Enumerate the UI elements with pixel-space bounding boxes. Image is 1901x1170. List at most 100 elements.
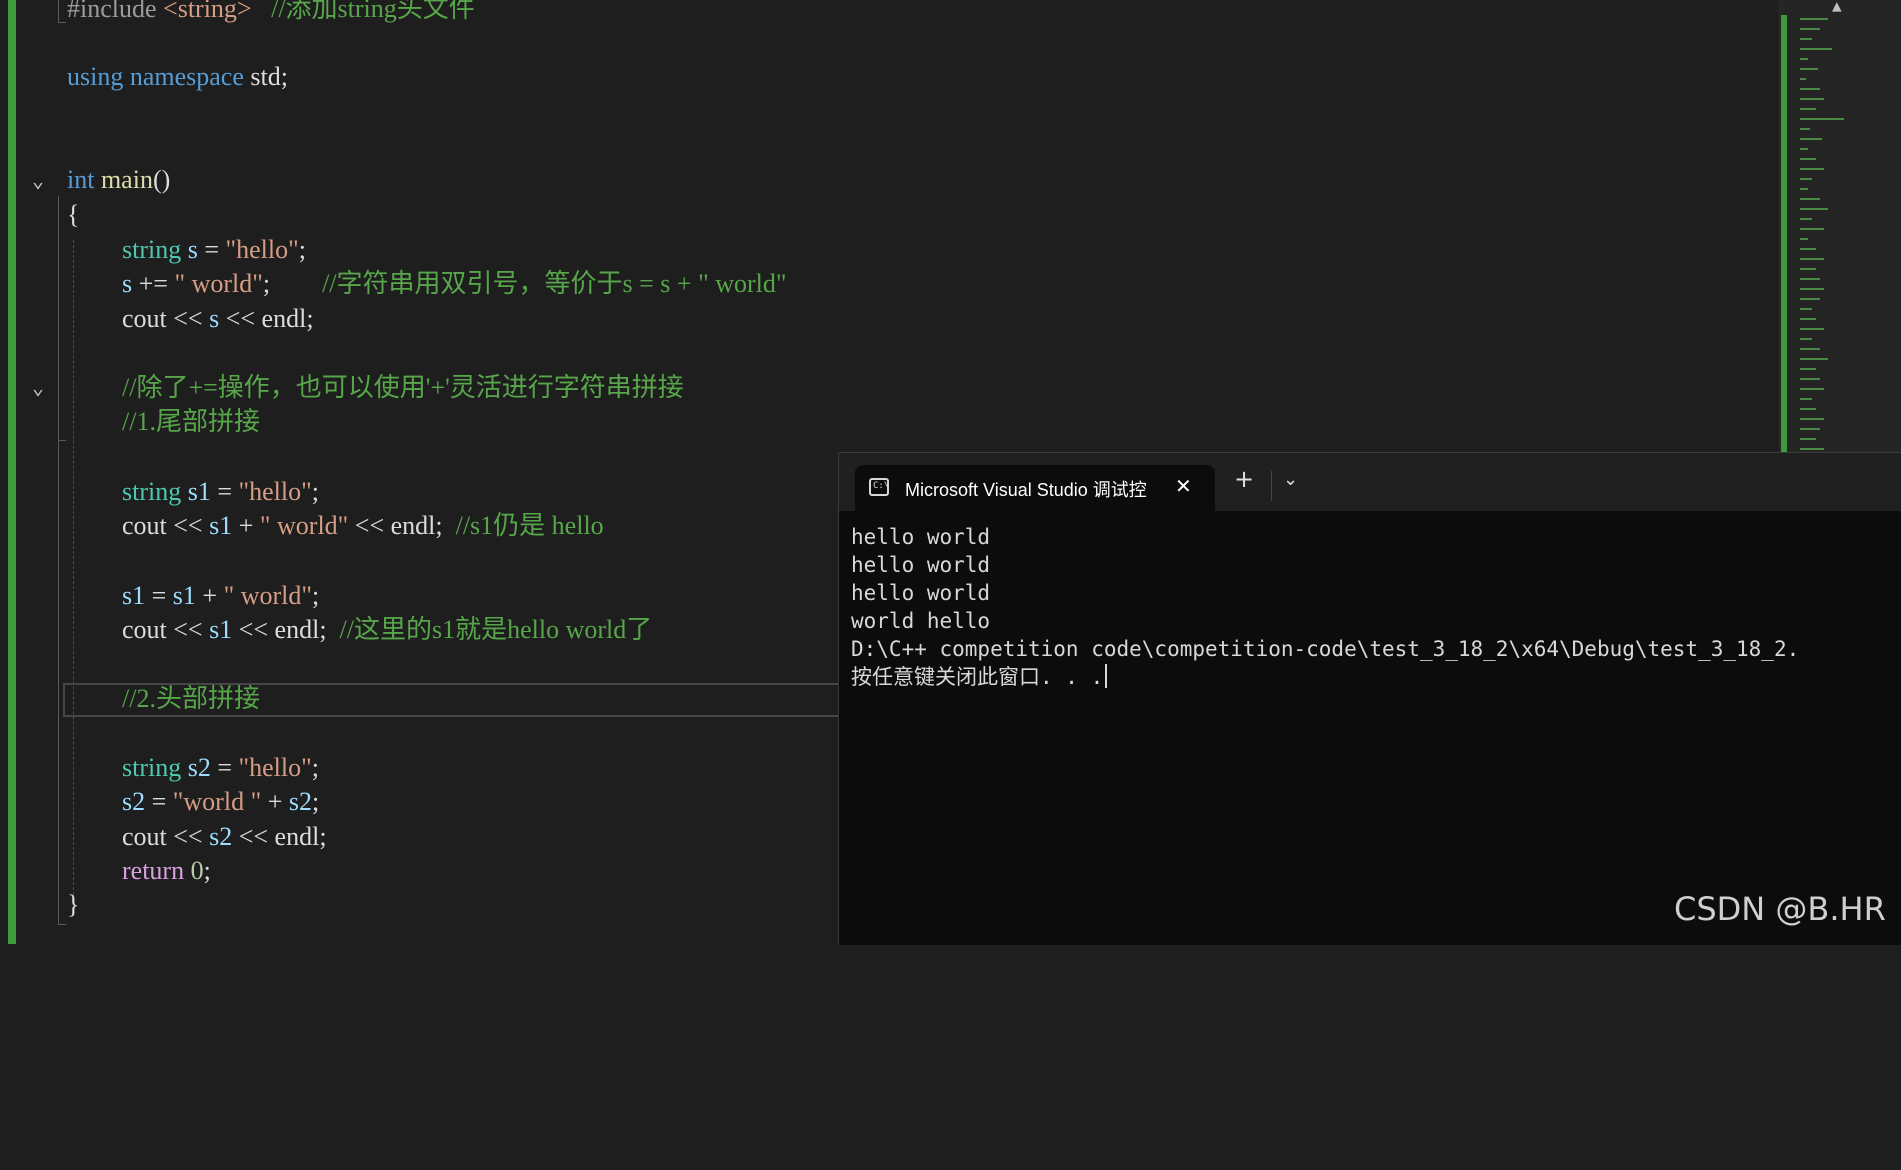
operator: << — [166, 615, 210, 644]
minimap-line — [1800, 178, 1812, 180]
minimap-line — [1800, 48, 1832, 50]
code-line-9: //1.尾部拼接 — [122, 405, 260, 439]
operator: << — [166, 304, 210, 333]
identifier: cout — [122, 304, 167, 333]
collapse-comment-icon[interactable]: ⌄ — [32, 377, 52, 397]
minimap-line — [1800, 308, 1812, 310]
tab-separator — [1271, 471, 1272, 501]
minimap-line — [1800, 428, 1820, 430]
code-line-15: string s2 = "hello"; — [122, 751, 319, 785]
code-line-11: cout << s1 + " world" << endl; //s1仍是 he… — [122, 509, 604, 543]
minimap-line — [1800, 128, 1810, 130]
minimap-line — [1800, 38, 1812, 40]
code-line-12: s1 = s1 + " world"; — [122, 579, 319, 613]
minimap-line — [1800, 258, 1824, 260]
minimap-line — [1800, 278, 1820, 280]
code-comment: //除了+=操作，也可以使用'+'灵活进行字符串拼接 — [122, 373, 684, 402]
chevron-down-icon[interactable]: ⌄ — [1283, 469, 1298, 490]
string-literal: "world " — [172, 787, 262, 816]
scroll-up-arrow-icon[interactable]: ▲ — [1832, 0, 1842, 15]
variable: s2 — [288, 787, 312, 816]
minimap-line — [1800, 398, 1812, 400]
operator: << — [166, 511, 210, 540]
minimap-line — [1800, 28, 1820, 30]
terminal-icon-text: C:\ — [873, 481, 890, 491]
minimap-line — [1800, 168, 1824, 170]
code-line-6: s += " world"; //字符串用双引号，等价于s = s + " wo… — [122, 267, 786, 301]
variable: s1 — [172, 581, 196, 610]
minimap-line — [1800, 298, 1820, 300]
console-output[interactable]: hello world hello world hello world world h… — [851, 523, 1799, 691]
identifier: endl — [390, 511, 436, 540]
output-line-prompt: 按任意键关闭此窗口. . . — [851, 663, 1799, 691]
string-literal: " world" — [259, 511, 349, 540]
open-brace: { — [67, 200, 80, 229]
operator: << — [232, 822, 275, 851]
operator: = — [145, 581, 173, 610]
code-line-5: string s = "hello"; — [122, 233, 306, 267]
watermark: CSDN @B.HR — [1674, 890, 1886, 928]
operator: + — [261, 787, 289, 816]
fold-guide — [58, 402, 59, 440]
preprocessor-directive: #include — [67, 0, 157, 23]
minimap-line — [1800, 418, 1824, 420]
code-line-8: //除了+=操作，也可以使用'+'灵活进行字符串拼接 — [122, 371, 684, 405]
identifier: endl — [274, 615, 320, 644]
minimap-line — [1800, 188, 1808, 190]
source-code[interactable]: #include <string> //添加string头文件 using na… — [67, 0, 786, 1170]
identifier: endl — [274, 822, 320, 851]
minimap-line — [1800, 348, 1820, 350]
variable: s — [181, 235, 198, 264]
keyword: namespace — [123, 62, 244, 91]
new-tab-button[interactable]: + — [1234, 465, 1254, 493]
debug-console-window[interactable]: C:\ Microsoft Visual Studio 调试控 ✕ + ⌄ he… — [838, 452, 1901, 945]
collapse-main-icon[interactable]: ⌄ — [32, 170, 52, 190]
fold-guide — [58, 196, 59, 924]
minimap-line — [1800, 238, 1808, 240]
variable: s2 — [122, 787, 146, 816]
function-name: main — [94, 165, 153, 194]
minimap-change-bar — [1781, 15, 1787, 452]
code-line-1: #include <string> //添加string头文件 — [67, 0, 475, 26]
minimap[interactable]: ▲ — [1778, 0, 1901, 452]
minimap-line — [1800, 158, 1816, 160]
punctuation: ; — [435, 511, 443, 540]
console-tab-title: Microsoft Visual Studio 调试控 — [905, 480, 1147, 500]
minimap-line — [1800, 68, 1818, 70]
keyword: return — [122, 856, 185, 885]
close-tab-icon[interactable]: ✕ — [1175, 474, 1192, 498]
code-line-2: using namespace std; — [67, 60, 288, 94]
minimap-line — [1800, 248, 1816, 250]
minimap-line — [1800, 138, 1822, 140]
string-literal: "hello" — [238, 477, 312, 506]
punctuation: ; — [311, 581, 320, 610]
minimap-line — [1800, 268, 1816, 270]
code-comment: //添加string头文件 — [251, 0, 475, 23]
operator: += — [132, 269, 175, 298]
operator: = — [210, 753, 239, 782]
operator: << — [219, 304, 262, 333]
minimap-line — [1800, 208, 1828, 210]
variable: s2 — [209, 822, 233, 851]
minimap-line — [1800, 338, 1812, 340]
identifier: endl — [261, 304, 307, 333]
console-titlebar[interactable]: C:\ Microsoft Visual Studio 调试控 ✕ + ⌄ — [839, 453, 1901, 511]
variable: s — [209, 304, 220, 333]
operator: << — [166, 822, 210, 851]
change-tracking-bar — [8, 0, 16, 944]
output-line: world hello — [851, 609, 991, 633]
console-tab[interactable]: C:\ Microsoft Visual Studio 调试控 ✕ — [855, 465, 1215, 511]
text-caret — [1105, 664, 1108, 688]
variable: s — [122, 269, 133, 298]
punctuation: ; — [319, 615, 327, 644]
operator: = — [145, 787, 173, 816]
identifier: cout — [122, 822, 167, 851]
code-line-18: return 0; — [122, 854, 211, 888]
minimap-line — [1800, 318, 1816, 320]
code-line-19: } — [67, 888, 79, 922]
minimap-line — [1800, 328, 1824, 330]
fold-guide — [58, 22, 66, 23]
code-line-16: s2 = "world " + s2; — [122, 785, 319, 819]
minimap-line — [1800, 358, 1828, 360]
fold-guide — [58, 440, 66, 441]
